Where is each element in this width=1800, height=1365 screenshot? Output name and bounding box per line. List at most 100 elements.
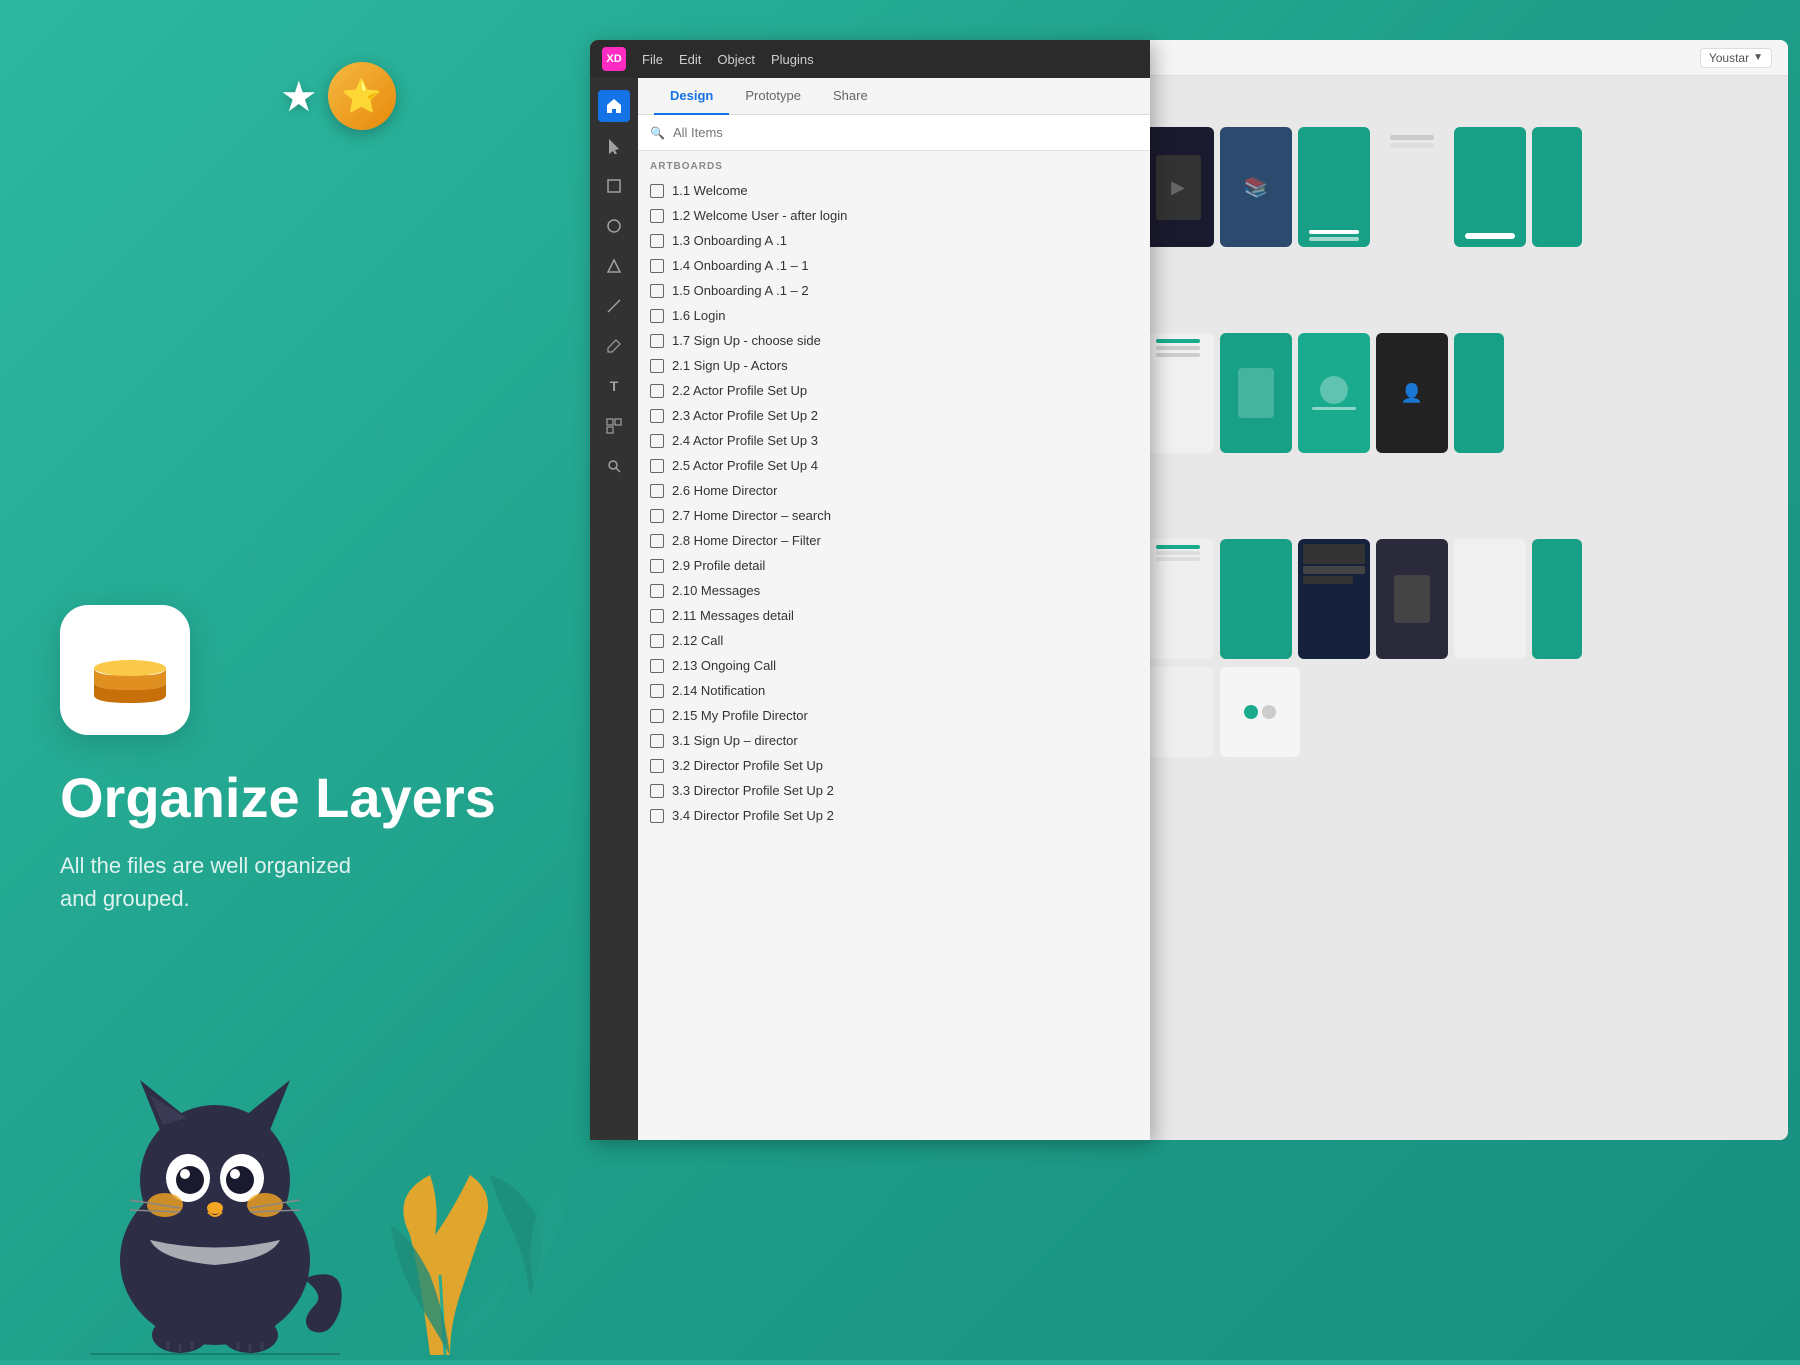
artboard-item-2[interactable]: 1.3 Onboarding A .1 (638, 228, 1150, 253)
zoom-tool[interactable] (598, 450, 630, 482)
screen-phone-4 (1298, 127, 1370, 247)
menu-object[interactable]: Object (717, 52, 755, 67)
menu-file[interactable]: File (642, 52, 663, 67)
home-tool[interactable] (598, 90, 630, 122)
artboard-item-5[interactable]: 1.6 Login (638, 303, 1150, 328)
artboard-item-9[interactable]: 2.3 Actor Profile Set Up 2 (638, 403, 1150, 428)
artboard-icon-21 (650, 709, 664, 723)
artboard-item-7[interactable]: 2.1 Sign Up - Actors (638, 353, 1150, 378)
director-phone-6 (1454, 539, 1526, 659)
artboards-list: 1.1 Welcome 1.2 Welcome User - after log… (638, 178, 1150, 828)
actor-phone-6 (1454, 333, 1504, 453)
artboard-item-19[interactable]: 2.13 Ongoing Call (638, 653, 1150, 678)
director-phone-row-2 (1064, 667, 1772, 757)
artboard-item-21[interactable]: 2.15 My Profile Director (638, 703, 1150, 728)
artboard-item-18[interactable]: 2.12 Call (638, 628, 1150, 653)
artboard-icon-10 (650, 434, 664, 448)
artboard-icon-1 (650, 209, 664, 223)
artboard-name-10: 2.4 Actor Profile Set Up 3 (672, 433, 818, 448)
artboard-name-15: 2.9 Profile detail (672, 558, 765, 573)
tab-design[interactable]: Design (654, 78, 729, 115)
artboard-icon-17 (650, 609, 664, 623)
artboard-name-3: 1.4 Onboarding A .1 – 1 (672, 258, 809, 273)
artboard-item-12[interactable]: 2.6 Home Director (638, 478, 1150, 503)
director-phone-7 (1532, 539, 1582, 659)
artboard-icon-9 (650, 409, 664, 423)
rectangle-tool[interactable] (598, 170, 630, 202)
artboard-name-2: 1.3 Onboarding A .1 (672, 233, 787, 248)
artboard-item-3[interactable]: 1.4 Onboarding A .1 – 1 (638, 253, 1150, 278)
artboard-icon-2 (650, 234, 664, 248)
artboard-name-8: 2.2 Actor Profile Set Up (672, 383, 807, 398)
artboard-name-12: 2.6 Home Director (672, 483, 777, 498)
director-section: Director youstar (1064, 508, 1772, 757)
artboard-icon-20 (650, 684, 664, 698)
artboard-icon-4 (650, 284, 664, 298)
xd-design-panel[interactable]: Design Prototype Share 🔍 ARTBOARDS 1.1 W… (638, 78, 1150, 1140)
artboard-item-16[interactable]: 2.10 Messages (638, 578, 1150, 603)
artboard-icon-7 (650, 359, 664, 373)
menu-plugins[interactable]: Plugins (771, 52, 814, 67)
artboard-icon-24 (650, 784, 664, 798)
artboard-item-20[interactable]: 2.14 Notification (638, 678, 1150, 703)
artboard-name-24: 3.3 Director Profile Set Up 2 (672, 783, 834, 798)
artboard-name-18: 2.12 Call (672, 633, 723, 648)
artboard-name-4: 1.5 Onboarding A .1 – 2 (672, 283, 809, 298)
app-icon (60, 605, 190, 735)
director-phone-4 (1298, 539, 1370, 659)
director-phone-row-1: youstar (1064, 539, 1772, 659)
page-subtitle: All the files are well organized and gro… (60, 849, 620, 915)
component-tool[interactable] (598, 410, 630, 442)
screen-phone-6 (1454, 127, 1526, 247)
star-avatar: ⭐ (328, 62, 396, 130)
artboard-item-10[interactable]: 2.4 Actor Profile Set Up 3 (638, 428, 1150, 453)
tab-prototype[interactable]: Prototype (729, 78, 817, 115)
artboard-item-23[interactable]: 3.2 Director Profile Set Up (638, 753, 1150, 778)
artboard-item-22[interactable]: 3.1 Sign Up – director (638, 728, 1150, 753)
artboard-item-17[interactable]: 2.11 Messages detail (638, 603, 1150, 628)
artboard-name-17: 2.11 Messages detail (672, 608, 794, 623)
cursor-tool[interactable] (598, 130, 630, 162)
screen-phone-2: ▶ (1142, 127, 1214, 247)
artboard-item-15[interactable]: 2.9 Profile detail (638, 553, 1150, 578)
canvas-header: Youstar ▼ (1048, 40, 1788, 76)
line-tool[interactable] (598, 290, 630, 322)
layers-icon (90, 640, 160, 700)
artboard-item-14[interactable]: 2.8 Home Director – Filter (638, 528, 1150, 553)
artboard-item-13[interactable]: 2.7 Home Director – search (638, 503, 1150, 528)
artboard-item-11[interactable]: 2.5 Actor Profile Set Up 4 (638, 453, 1150, 478)
artboard-name-1: 1.2 Welcome User - after login (672, 208, 847, 223)
artboard-item-1[interactable]: 1.2 Welcome User - after login (638, 203, 1150, 228)
artboard-item-4[interactable]: 1.5 Onboarding A .1 – 2 (638, 278, 1150, 303)
actor-phone-2 (1142, 333, 1214, 453)
artboard-item-6[interactable]: 1.7 Sign Up - choose side (638, 328, 1150, 353)
director-phone-2 (1142, 539, 1214, 659)
artboard-icon-13 (650, 509, 664, 523)
artboard-icon-25 (650, 809, 664, 823)
xd-toolbar: T (590, 78, 638, 1140)
search-input[interactable] (673, 125, 1138, 140)
ellipse-tool[interactable] (598, 210, 630, 242)
artboard-item-25[interactable]: 3.4 Director Profile Set Up 2 (638, 803, 1150, 828)
director-phone-row2-2 (1142, 667, 1214, 757)
tab-share[interactable]: Share (817, 78, 884, 115)
xd-tabs: Design Prototype Share (638, 78, 1150, 115)
screen-phone-5 (1376, 127, 1448, 247)
director-phone-3 (1220, 539, 1292, 659)
artboard-icon-3 (650, 259, 664, 273)
menu-edit[interactable]: Edit (679, 52, 701, 67)
artboard-item-8[interactable]: 2.2 Actor Profile Set Up (638, 378, 1150, 403)
page-title: Organize Layers (60, 767, 620, 829)
triangle-tool[interactable] (598, 250, 630, 282)
text-tool[interactable]: T (598, 370, 630, 402)
artboard-item-0[interactable]: 1.1 Welcome (638, 178, 1150, 203)
stars-decoration: ★ ⭐ (280, 62, 396, 130)
screens-phone-row: ●●● ⭐ ▶ 📚 (1064, 127, 1772, 247)
star-white-icon: ★ (280, 72, 318, 121)
xd-search-bar: 🔍 (638, 115, 1150, 151)
pen-tool[interactable] (598, 330, 630, 362)
artboard-item-24[interactable]: 3.3 Director Profile Set Up 2 (638, 778, 1150, 803)
xd-logo: XD (602, 47, 626, 71)
artboard-icon-5 (650, 309, 664, 323)
artboard-name-19: 2.13 Ongoing Call (672, 658, 776, 673)
